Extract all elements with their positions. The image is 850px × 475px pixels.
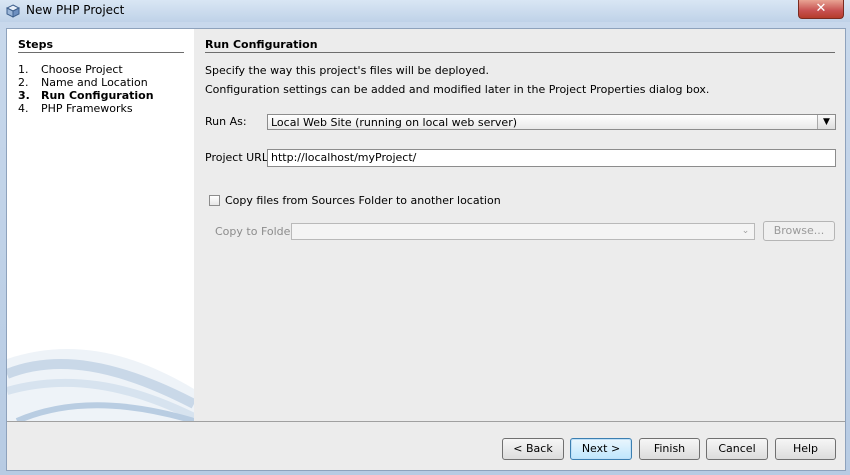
close-button[interactable]: ✕ xyxy=(798,0,844,19)
window-title: New PHP Project xyxy=(26,3,125,17)
copy-to-folder-dropdown[interactable]: ⌄ xyxy=(291,223,755,240)
help-button[interactable]: Help xyxy=(775,438,836,460)
step-label: Name and Location xyxy=(41,76,148,89)
dialog-client-area: Steps 1. Choose Project 2. Name and Locati… xyxy=(6,28,846,471)
browse-button[interactable]: Browse... xyxy=(763,221,835,241)
run-configuration-panel: Run Configuration Specify the way this p… xyxy=(194,29,845,421)
chevron-down-icon: ⌄ xyxy=(741,226,750,236)
step-number: 1. xyxy=(18,63,29,76)
step-php-frameworks: 4. PHP Frameworks xyxy=(18,102,133,115)
decorative-swoosh-image xyxy=(7,349,194,421)
step-label: Choose Project xyxy=(41,63,123,76)
chevron-down-icon: ▼ xyxy=(817,115,835,129)
project-url-label: Project URL: xyxy=(205,151,272,164)
cancel-button[interactable]: Cancel xyxy=(706,438,768,460)
step-label: Run Configuration xyxy=(41,89,154,102)
steps-title: Steps xyxy=(18,38,54,51)
step-name-and-location: 2. Name and Location xyxy=(18,76,148,89)
step-label: PHP Frameworks xyxy=(41,102,133,115)
close-icon: ✕ xyxy=(815,1,827,16)
project-url-field[interactable]: http://localhost/myProject/ xyxy=(267,149,836,167)
back-button[interactable]: < Back xyxy=(502,438,564,460)
run-as-label: Run As: xyxy=(205,115,247,128)
copy-to-folder-label: Copy to Folder: xyxy=(215,225,299,238)
run-as-dropdown[interactable]: Local Web Site (running on local web ser… xyxy=(267,114,836,130)
title-bar[interactable]: New PHP Project ✕ xyxy=(0,0,850,22)
steps-divider xyxy=(18,52,184,53)
step-number: 4. xyxy=(18,102,29,115)
step-number: 3. xyxy=(18,89,30,102)
next-button[interactable]: Next > xyxy=(570,438,632,460)
finish-button[interactable]: Finish xyxy=(639,438,700,460)
run-as-value: Local Web Site (running on local web ser… xyxy=(271,116,518,129)
button-bar-divider xyxy=(7,421,845,422)
step-choose-project: 1. Choose Project xyxy=(18,63,123,76)
panel-title: Run Configuration xyxy=(205,38,318,51)
step-run-configuration: 3. Run Configuration xyxy=(18,89,154,102)
panel-divider xyxy=(205,52,835,53)
steps-panel: Steps 1. Choose Project 2. Name and Locati… xyxy=(7,29,194,421)
netbeans-cube-icon xyxy=(6,4,20,18)
description-deploy: Specify the way this project's files wil… xyxy=(205,64,489,77)
new-php-project-window: New PHP Project ✕ Steps 1. Choose Project… xyxy=(0,0,850,475)
copy-files-checkbox[interactable] xyxy=(209,195,220,206)
copy-files-label[interactable]: Copy files from Sources Folder to anothe… xyxy=(225,194,501,207)
description-settings: Configuration settings can be added and … xyxy=(205,83,710,96)
step-number: 2. xyxy=(18,76,29,89)
